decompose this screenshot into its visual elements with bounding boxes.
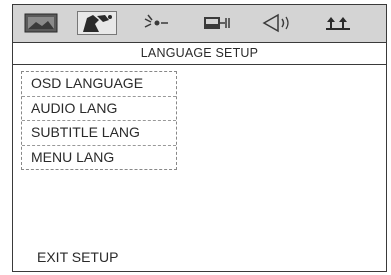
setup-screen: LANGUAGE SETUP OSD LANGUAGE AUDIO LANG S… (12, 4, 387, 272)
menu-item-menu-lang[interactable]: MENU LANG (22, 146, 176, 170)
speaker-setup-icon[interactable] (77, 11, 117, 35)
password-icon[interactable] (319, 11, 359, 35)
page-title: LANGUAGE SETUP (13, 43, 386, 65)
general-setup-icon[interactable] (21, 11, 61, 35)
language-menu: OSD LANGUAGE AUDIO LANG SUBTITLE LANG ME… (21, 71, 177, 170)
exit-setup-button[interactable]: EXIT SETUP (37, 249, 118, 265)
menu-item-audio-lang[interactable]: AUDIO LANG (22, 97, 176, 121)
menu-item-subtitle-lang[interactable]: SUBTITLE LANG (22, 121, 176, 146)
video-setup-icon[interactable] (137, 11, 177, 35)
preference-icon[interactable] (195, 11, 235, 35)
menu-item-osd-language[interactable]: OSD LANGUAGE (22, 72, 176, 97)
audio-setup-icon[interactable] (257, 11, 297, 35)
setup-toolbar (13, 5, 386, 43)
